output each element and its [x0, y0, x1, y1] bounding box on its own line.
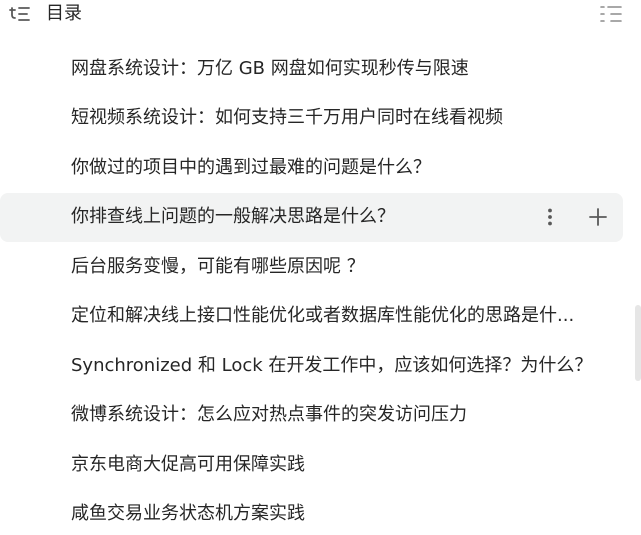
toc-item-active[interactable]: 你排查线上问题的一般解决思路是什么？ [0, 192, 623, 242]
toc-item[interactable]: 定位和解决线上接口性能优化或者数据库性能优化的思路是什... [0, 292, 623, 342]
scrollbar-thumb[interactable] [635, 305, 641, 381]
toc-item[interactable]: 京东电商大促高可用保障实践 [0, 440, 623, 490]
toc-item[interactable]: 网盘系统设计：万亿 GB 网盘如何实现秒传与限速 [0, 44, 623, 94]
toc-item[interactable]: 你做过的项目中的遇到过最难的问题是什么？ [0, 143, 623, 193]
toc-item-label: 定位和解决线上接口性能优化或者数据库性能优化的思路是什... [71, 305, 575, 327]
toc-item-label: 咸鱼交易业务状态机方案实践 [71, 503, 305, 525]
more-vertical-icon[interactable] [539, 206, 561, 228]
toc-item[interactable]: 后台服务变慢，可能有哪些原因呢 ？ [0, 242, 623, 292]
toc-item-label: 短视频系统设计：如何支持三千万用户同时在线看视频 [71, 107, 503, 129]
toc-item[interactable]: 咸鱼交易业务状态机方案实践 [0, 490, 623, 535]
toc-item[interactable]: 短视频系统设计：如何支持三千万用户同时在线看视频 [0, 94, 623, 144]
toc-list: 网盘系统设计：万亿 GB 网盘如何实现秒传与限速 短视频系统设计：如何支持三千万… [0, 44, 623, 535]
toc-item-label: 微博系统设计：怎么应对热点事件的突发访问压力 [71, 404, 467, 426]
collapse-list-icon[interactable] [600, 4, 622, 24]
toc-item-label: 你排查线上问题的一般解决思路是什么？ [71, 206, 395, 228]
toc-item-label: 京东电商大促高可用保障实践 [71, 453, 305, 475]
toc-panel: 目录 网盘系统设计：万亿 GB 网盘如何实现秒传与限速 短视频系统设计：如何支持… [0, 0, 641, 535]
toc-item-label: 你做过的项目中的遇到过最难的问题是什么？ [71, 156, 431, 178]
toc-list-icon[interactable] [9, 4, 31, 24]
toc-item[interactable]: 微博系统设计：怎么应对热点事件的突发访问压力 [0, 391, 623, 441]
toc-item-label: 网盘系统设计：万亿 GB 网盘如何实现秒传与限速 [71, 57, 469, 79]
toc-item[interactable]: Synchronized 和 Lock 在开发工作中，应该如何选择？为什么？ [0, 341, 623, 391]
toc-item-label: 后台服务变慢，可能有哪些原因呢 ？ [71, 255, 365, 277]
toc-header: 目录 [0, 0, 641, 30]
toc-item-label: Synchronized 和 Lock 在开发工作中，应该如何选择？为什么？ [71, 354, 593, 376]
toc-title: 目录 [46, 3, 82, 24]
plus-icon[interactable] [587, 206, 609, 228]
toc-item-actions [539, 206, 609, 228]
